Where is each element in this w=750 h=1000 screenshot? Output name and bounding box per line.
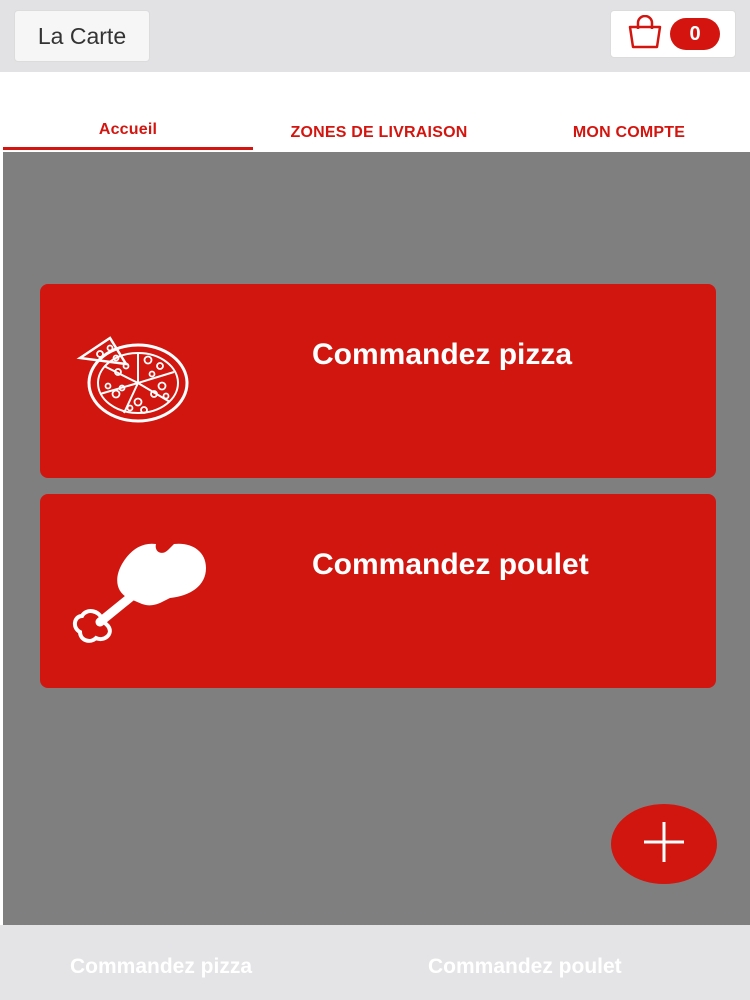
order-chicken-label: Commandez poulet — [312, 548, 589, 581]
order-chicken-card[interactable]: Commandez poulet — [40, 494, 716, 688]
plus-icon — [642, 820, 686, 869]
tab-mon-compte[interactable]: MON COMPTE — [505, 72, 750, 150]
bottom-nav-order-pizza[interactable]: Commandez pizza — [70, 955, 252, 979]
shopping-bag-icon — [626, 14, 664, 54]
bottom-nav-order-chicken[interactable]: Commandez poulet — [428, 955, 622, 979]
cart-count-badge: 0 — [670, 18, 720, 50]
chicken-leg-icon — [70, 540, 210, 651]
main-content: Commandez pizza Commandez poulet — [3, 152, 750, 925]
top-bar: La Carte 0 — [0, 0, 750, 72]
tab-accueil[interactable]: Accueil — [3, 72, 253, 150]
bottom-navigation: Commandez pizza Commandez poulet — [0, 925, 750, 1000]
tab-bar: Accueil ZONES DE LIVRAISON MON COMPTE — [3, 72, 713, 152]
tab-zones-de-livraison[interactable]: ZONES DE LIVRAISON — [253, 72, 505, 150]
cart-button[interactable]: 0 — [610, 10, 736, 58]
order-pizza-label: Commandez pizza — [312, 338, 573, 371]
add-floating-button[interactable] — [611, 804, 717, 884]
order-pizza-card[interactable]: Commandez pizza — [40, 284, 716, 478]
la-carte-button[interactable]: La Carte — [14, 10, 150, 62]
pizza-icon — [76, 336, 194, 431]
